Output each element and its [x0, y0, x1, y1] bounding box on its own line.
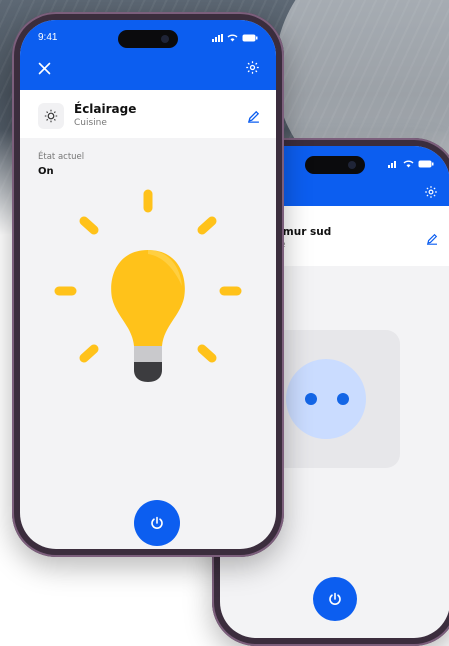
- battery-icon: [418, 160, 434, 168]
- lightbulb-illustration: [54, 189, 242, 382]
- close-icon[interactable]: [38, 60, 51, 79]
- bulb-base: [134, 346, 162, 362]
- battery-icon: [242, 34, 258, 42]
- settings-gear-icon[interactable]: [424, 184, 438, 203]
- bulb-cap: [134, 362, 162, 382]
- device-name: Éclairage: [74, 102, 137, 116]
- status-icons: [388, 160, 434, 168]
- wifi-icon: [403, 160, 414, 168]
- power-icon: [329, 592, 341, 605]
- wifi-icon: [227, 34, 238, 42]
- signal-icon: [388, 161, 396, 168]
- status-icons: [212, 34, 258, 42]
- socket-face: [286, 359, 366, 439]
- power-icon: [151, 516, 163, 529]
- device-icon-tile: [38, 103, 64, 129]
- device-room: Cuisine: [74, 118, 107, 128]
- power-toggle-button[interactable]: [134, 500, 180, 546]
- socket-hole-left: [305, 393, 317, 405]
- status-time: 9:41: [38, 32, 58, 43]
- dynamic-island: [118, 30, 178, 48]
- state-value: On: [38, 166, 54, 177]
- state-label: État actuel: [38, 152, 85, 162]
- dynamic-island: [305, 156, 365, 174]
- lightbulb-icon: [44, 109, 58, 123]
- socket-hole-right: [337, 393, 349, 405]
- power-toggle-button[interactable]: [313, 577, 357, 621]
- settings-gear-icon[interactable]: [245, 60, 260, 79]
- edit-pencil-icon[interactable]: [247, 108, 260, 127]
- edit-pencil-icon[interactable]: [426, 230, 438, 249]
- signal-icon: [212, 34, 223, 42]
- phone-lighting: 9:41 Éclairage Cuisine État actuel On: [12, 12, 284, 557]
- phone-screen: 9:41 Éclairage Cuisine État actuel On: [20, 20, 276, 549]
